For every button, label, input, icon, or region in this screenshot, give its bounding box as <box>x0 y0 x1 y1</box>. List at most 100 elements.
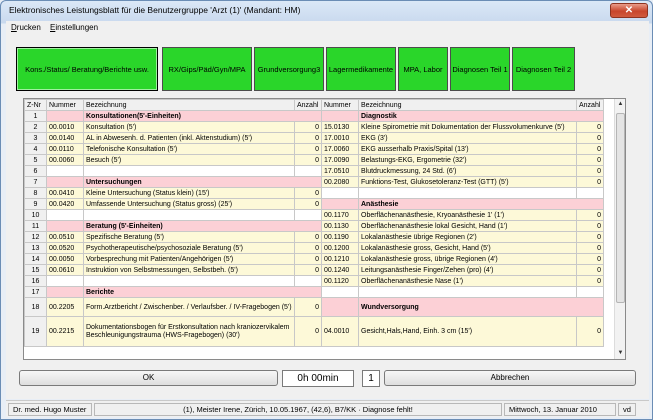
row-number: 12 <box>24 231 47 243</box>
table-row[interactable]: 19 00.2215 Dokumentationsbogen für Erstkon… <box>24 316 604 347</box>
table-row[interactable]: 13 00.0520 Psychotherapeutische/psychosozi… <box>24 242 604 254</box>
right-bezeichnung <box>358 187 577 199</box>
table-row[interactable]: 12 00.0510 Spezifische Beratung (5') 0 00.11… <box>24 231 604 243</box>
left-category-header: Beratung (5'-Einheiten) <box>83 220 322 232</box>
right-anzahl[interactable]: 0 <box>576 154 604 166</box>
scroll-thumb[interactable] <box>616 113 625 303</box>
table-row[interactable]: 8 00.0410 Kleine Untersuchung (Status klei… <box>24 187 604 199</box>
row-number: 14 <box>24 253 47 265</box>
right-bezeichnung: Blutdruckmessung, 24 Std. (6') <box>358 165 577 177</box>
right-anzahl[interactable]: 0 <box>576 132 604 144</box>
table-row[interactable]: 4 00.0110 Telefonische Konsultation (5') 0 1… <box>24 143 604 155</box>
left-bezeichnung: Telefonische Konsultation (5') <box>83 143 295 155</box>
left-anzahl[interactable]: 0 <box>294 121 322 133</box>
right-anzahl[interactable]: 0 <box>576 165 604 177</box>
menu-einstellungen-rest: instellungen <box>55 23 99 32</box>
left-bezeichnung <box>83 275 295 287</box>
row-number: 8 <box>24 187 47 199</box>
ok-button[interactable]: OK <box>19 370 278 386</box>
left-anzahl[interactable]: 0 <box>294 316 322 347</box>
table-row[interactable]: 5 00.0060 Besuch (5') 0 17.0090 Belastungs-EK… <box>24 154 604 166</box>
menu-einstellungen[interactable]: Einstellungen <box>50 23 98 32</box>
table-row[interactable]: 14 00.0050 Vorbesprechung mit Patienten/An… <box>24 253 604 265</box>
scroll-up-icon[interactable]: ▲ <box>615 99 626 110</box>
table-row[interactable]: 1 Konsultationen(5'-Einheiten) Diagnostik <box>24 110 604 122</box>
left-nummer <box>46 286 84 298</box>
row-number: 19 <box>24 316 47 347</box>
row-number: 2 <box>24 121 47 133</box>
right-bezeichnung: Leitungsanästhesie Finger/Zehen (pro) (4… <box>358 264 577 276</box>
left-anzahl[interactable] <box>294 165 322 177</box>
tab-rx-gips[interactable]: RX/Gips/Päd/Gyn/MPA <box>162 47 252 91</box>
right-nummer: 15.0130 <box>321 121 359 133</box>
table-row[interactable]: 15 00.0610 Instruktion von Selbstmessungen… <box>24 264 604 276</box>
right-anzahl[interactable]: 0 <box>576 242 604 254</box>
table-row[interactable]: 10 00.1170 Oberflächenanästhesie, Kryoanäs… <box>24 209 604 221</box>
status-patient: (1), Meister Irene, Zürich, 10.05.1967, … <box>94 403 502 416</box>
left-anzahl[interactable] <box>294 209 322 221</box>
right-anzahl[interactable] <box>576 286 604 298</box>
right-nummer: 00.1200 <box>321 242 359 254</box>
right-anzahl[interactable]: 0 <box>576 253 604 265</box>
right-bezeichnung: Lokalanästhesie gross, Gesicht, Hand (5'… <box>358 242 577 254</box>
left-anzahl[interactable]: 0 <box>294 231 322 243</box>
table-row[interactable]: 11 Beratung (5'-Einheiten) 00.1130 Oberfläc… <box>24 220 604 232</box>
left-anzahl[interactable]: 0 <box>294 242 322 254</box>
header-anzahl-right: Anzahl <box>576 99 604 111</box>
right-anzahl[interactable] <box>576 187 604 199</box>
table-row[interactable]: 6 17.0510 Blutdruckmessung, 24 Std. (6') 0 <box>24 165 604 177</box>
tab-grundversorgung[interactable]: Grundversorgung3 <box>254 47 324 91</box>
close-button[interactable]: ✕ <box>610 3 648 18</box>
left-anzahl[interactable]: 0 <box>294 264 322 276</box>
tab-konsultationen[interactable]: Kons./Status/ Beratung/Berichte usw. <box>16 47 158 91</box>
right-anzahl[interactable]: 0 <box>576 143 604 155</box>
right-nummer: 04.0010 <box>321 316 359 347</box>
left-bezeichnung: Besuch (5') <box>83 154 295 166</box>
right-nummer: 00.2080 <box>321 176 359 188</box>
right-anzahl[interactable]: 0 <box>576 264 604 276</box>
tab-mpa-labor[interactable]: MPA, Labor <box>398 47 448 91</box>
right-anzahl[interactable]: 0 <box>576 176 604 188</box>
left-anzahl[interactable] <box>294 275 322 287</box>
right-anzahl[interactable]: 0 <box>576 275 604 287</box>
right-anzahl[interactable]: 0 <box>576 316 604 347</box>
tab-lagermedikamente[interactable]: Lagermedikamente <box>326 47 396 91</box>
table-row[interactable]: 2 00.0010 Konsultation (5') 0 15.0130 Kleine … <box>24 121 604 133</box>
tab-diagnosen-1[interactable]: Diagnosen Teil 1 <box>450 47 510 91</box>
right-anzahl[interactable]: 0 <box>576 121 604 133</box>
counter-field[interactable]: 1 <box>362 370 380 387</box>
left-nummer <box>46 209 84 221</box>
left-bezeichnung: Kleine Untersuchung (Status klein) (15') <box>83 187 295 199</box>
left-bezeichnung <box>83 209 295 221</box>
left-bezeichnung: Instruktion von Selbstmessungen, Selbstb… <box>83 264 295 276</box>
table-row[interactable]: 7 Untersuchungen 00.2080 Funktions-Test, Gl… <box>24 176 604 188</box>
left-nummer: 00.0060 <box>46 154 84 166</box>
left-anzahl[interactable]: 0 <box>294 143 322 155</box>
right-anzahl[interactable]: 0 <box>576 220 604 232</box>
left-anzahl[interactable]: 0 <box>294 187 322 199</box>
row-number: 7 <box>24 176 47 188</box>
table-row[interactable]: 17 Berichte <box>24 286 604 298</box>
left-anzahl[interactable]: 0 <box>294 198 322 210</box>
table-row[interactable]: 16 00.1120 Oberflächenanästhesie Nase (1')… <box>24 275 604 287</box>
left-anzahl[interactable]: 0 <box>294 132 322 144</box>
left-anzahl[interactable]: 0 <box>294 154 322 166</box>
table-row[interactable]: 9 00.0420 Umfassende Untersuchung (Status … <box>24 198 604 210</box>
cancel-button[interactable]: Abbrechen <box>384 370 636 386</box>
menu-drucken[interactable]: Drucken <box>11 23 41 32</box>
right-anzahl[interactable]: 0 <box>576 231 604 243</box>
tab-diagnosen-2[interactable]: Diagnosen Teil 2 <box>512 47 575 91</box>
left-anzahl[interactable]: 0 <box>294 297 322 317</box>
left-anzahl[interactable]: 0 <box>294 253 322 265</box>
scroll-down-icon[interactable]: ▼ <box>615 348 626 359</box>
right-nummer: 00.1190 <box>321 231 359 243</box>
right-anzahl[interactable]: 0 <box>576 209 604 221</box>
left-nummer: 00.0420 <box>46 198 84 210</box>
right-nummer: 17.0510 <box>321 165 359 177</box>
left-bezeichnung: Spezifische Beratung (5') <box>83 231 295 243</box>
right-nummer: 17.0010 <box>321 132 359 144</box>
table-row[interactable]: 3 00.0140 AL in Abwesenh. d. Patienten (in… <box>24 132 604 144</box>
table-row[interactable]: 18 00.2205 Form.Arztbericht / Zwischenber.… <box>24 297 604 317</box>
vertical-scrollbar[interactable]: ▲ ▼ <box>614 99 625 359</box>
row-number: 4 <box>24 143 47 155</box>
